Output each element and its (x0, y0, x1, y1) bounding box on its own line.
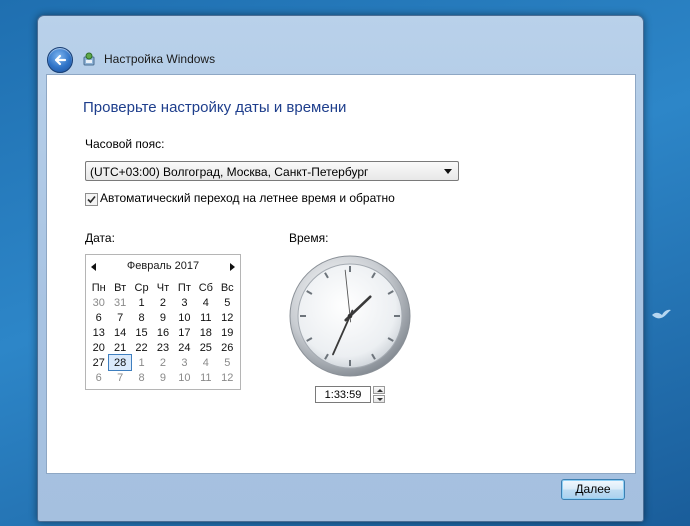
calendar-day[interactable]: 6 (88, 310, 109, 325)
calendar-day[interactable]: 3 (174, 355, 195, 370)
calendar-day[interactable]: 7 (109, 310, 130, 325)
calendar-day[interactable]: 22 (131, 340, 152, 355)
calendar-day[interactable]: 9 (152, 310, 173, 325)
weekday-header: Вс (220, 281, 234, 294)
title-bar: Настройка Windows (38, 47, 643, 75)
calendar-day[interactable]: 25 (195, 340, 216, 355)
dst-checkbox[interactable] (85, 193, 98, 206)
calendar-day[interactable]: 13 (88, 325, 109, 340)
back-arrow-icon (54, 54, 67, 66)
calendar-day[interactable]: 18 (195, 325, 216, 340)
timezone-select[interactable]: (UTC+03:00) Волгоград, Москва, Санкт-Пет… (85, 161, 459, 181)
timezone-value: (UTC+03:00) Волгоград, Москва, Санкт-Пет… (90, 165, 369, 179)
content-panel: Проверьте настройку даты и времени Часов… (46, 74, 636, 474)
calendar-grid: Пн Вт Ср Чт Пт Сб Вс 30 31 1 2 3 4 5 6 7 8 9 10 11 12 13 14 15… (88, 280, 238, 385)
next-button[interactable]: Далее (561, 479, 625, 500)
calendar-week-row: 30 31 1 2 3 4 5 (88, 295, 238, 310)
time-increment-icon[interactable] (373, 386, 385, 394)
calendar-day[interactable]: 1 (131, 295, 152, 310)
weekday-header: Чт (156, 281, 170, 294)
setup-app-icon (83, 52, 95, 66)
calendar-day[interactable]: 6 (88, 370, 109, 385)
calendar-day[interactable]: 28 (108, 354, 132, 371)
weekday-row: Пн Вт Ср Чт Пт Сб Вс (88, 280, 238, 295)
calendar-day[interactable]: 19 (217, 325, 238, 340)
calendar-day[interactable]: 26 (217, 340, 238, 355)
calendar-day[interactable]: 2 (152, 355, 173, 370)
calendar-week-row: 6 7 8 9 10 11 12 (88, 310, 238, 325)
weekday-header: Пт (177, 281, 191, 294)
calendar-day[interactable]: 24 (174, 340, 195, 355)
calendar-day[interactable]: 8 (131, 310, 152, 325)
calendar-day[interactable]: 27 (88, 355, 109, 370)
calendar-day[interactable]: 12 (217, 370, 238, 385)
calendar-week-row: 13 14 15 16 17 18 19 (88, 325, 238, 340)
page-heading: Проверьте настройку даты и времени (83, 99, 347, 116)
calendar-day[interactable]: 3 (174, 295, 195, 310)
calendar-week-row: 27 28 1 2 3 4 5 (88, 354, 238, 371)
calendar-header: Февраль 2017 (86, 259, 240, 275)
checkmark-icon (87, 195, 96, 204)
time-label: Время: (289, 231, 329, 245)
time-spinner[interactable] (373, 386, 385, 403)
dropdown-arrow-icon (444, 169, 452, 174)
window-title: Настройка Windows (104, 52, 216, 66)
calendar-week-row: 6 7 8 9 10 11 12 (88, 370, 238, 385)
calendar-day[interactable]: 31 (109, 295, 130, 310)
calendar-day[interactable]: 1 (131, 355, 152, 370)
calendar-week-row: 20 21 22 23 24 25 26 (88, 340, 238, 355)
calendar-month-label[interactable]: Февраль 2017 (86, 260, 240, 272)
timezone-label: Часовой пояс: (85, 137, 165, 151)
calendar-day[interactable]: 11 (195, 310, 216, 325)
analog-clock (289, 255, 411, 377)
calendar-day[interactable]: 10 (174, 370, 195, 385)
setup-window: Настройка Windows Проверьте настройку да… (37, 15, 644, 522)
calendar-day[interactable]: 5 (217, 295, 238, 310)
clock-center (347, 313, 353, 319)
calendar-day[interactable]: 4 (195, 355, 216, 370)
time-decrement-icon[interactable] (373, 395, 385, 403)
weekday-header: Пн (91, 281, 106, 294)
time-input[interactable]: 1:33:59 (315, 386, 371, 403)
dst-label[interactable]: Автоматический переход на летнее время и… (100, 191, 395, 205)
calendar-day[interactable]: 8 (131, 370, 152, 385)
weekday-header: Вт (114, 281, 127, 294)
calendar-day[interactable]: 12 (217, 310, 238, 325)
next-month-icon[interactable] (230, 263, 235, 271)
weekday-header: Ср (134, 281, 149, 294)
calendar-day[interactable]: 5 (217, 355, 238, 370)
calendar-day[interactable]: 16 (152, 325, 173, 340)
weekday-header: Сб (198, 281, 213, 294)
calendar-day[interactable]: 15 (131, 325, 152, 340)
calendar-day[interactable]: 4 (195, 295, 216, 310)
date-label: Дата: (85, 231, 115, 245)
bird-icon (652, 309, 671, 319)
calendar-day[interactable]: 30 (88, 295, 109, 310)
calendar-day[interactable]: 2 (152, 295, 173, 310)
calendar-day[interactable]: 10 (174, 310, 195, 325)
calendar-day[interactable]: 11 (195, 370, 216, 385)
calendar-day[interactable]: 23 (152, 340, 173, 355)
calendar-day[interactable]: 7 (109, 370, 130, 385)
calendar-day[interactable]: 20 (88, 340, 109, 355)
calendar-day[interactable]: 21 (109, 340, 130, 355)
calendar: Февраль 2017 Пн Вт Ср Чт Пт Сб Вс 30 31 1 2 3 4 5 6 7 8… (85, 254, 241, 390)
back-button[interactable] (47, 47, 73, 73)
calendar-day[interactable]: 14 (109, 325, 130, 340)
calendar-day[interactable]: 9 (152, 370, 173, 385)
calendar-day[interactable]: 17 (174, 325, 195, 340)
